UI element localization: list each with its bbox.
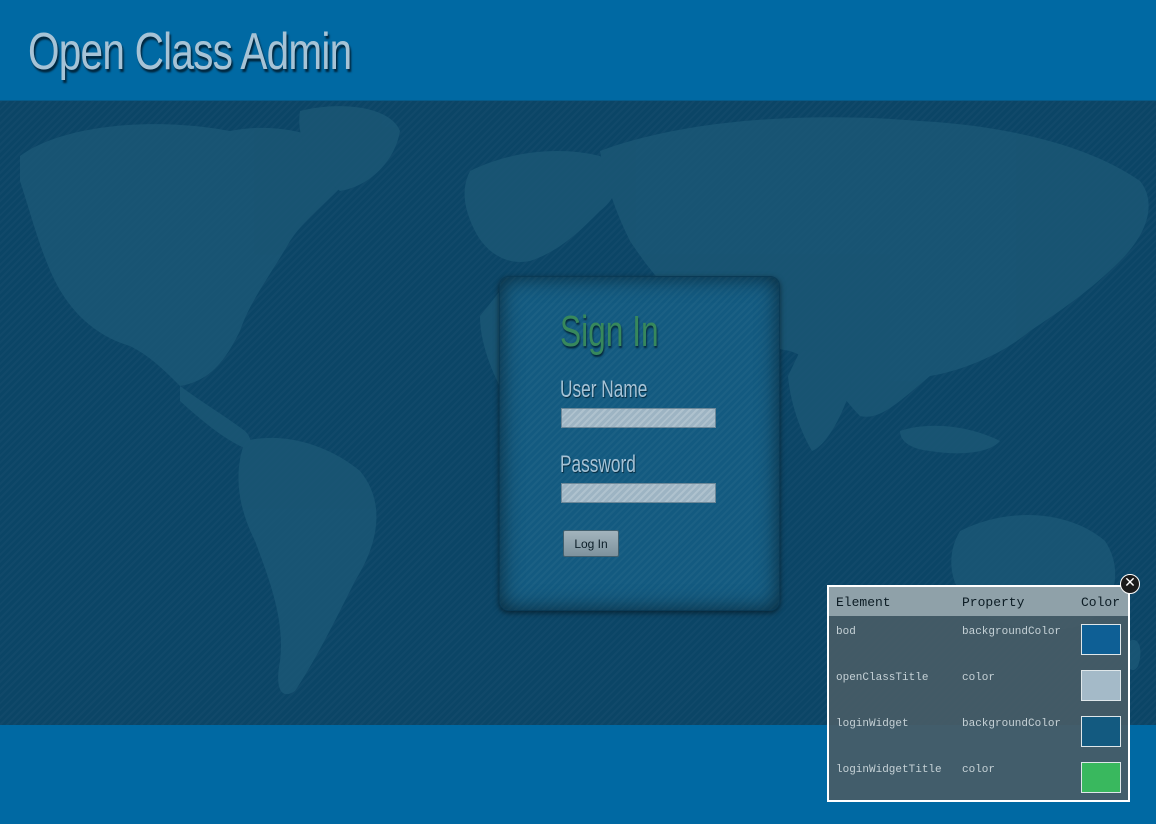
color-swatch[interactable] [1081, 670, 1121, 701]
row-property-name: color [962, 672, 996, 684]
row-element-name: openClassTitle [836, 672, 929, 684]
column-header-color: Color [1081, 595, 1121, 610]
header-bar: Open Class Admin [0, 0, 1156, 100]
row-element-name: loginWidgetTitle [836, 764, 942, 776]
color-swatch[interactable] [1081, 624, 1121, 655]
color-swatch[interactable] [1081, 716, 1121, 747]
username-label: User Name [560, 376, 648, 403]
login-button[interactable]: Log In [563, 530, 619, 557]
password-label: Password [560, 451, 636, 478]
row-property-name: backgroundColor [962, 718, 1062, 730]
column-header-element: Element [836, 595, 891, 610]
login-widget: Sign In User Name Password Log In [499, 276, 780, 611]
row-element-name: bod [836, 626, 856, 638]
row-element-name: loginWidget [836, 718, 909, 730]
password-input[interactable] [561, 483, 716, 503]
color-swatch[interactable] [1081, 762, 1121, 793]
row-property-name: backgroundColor [962, 626, 1062, 638]
username-input[interactable] [561, 408, 716, 428]
close-icon[interactable]: ✕ [1120, 574, 1140, 594]
column-header-property: Property [962, 595, 1025, 610]
row-property-name: color [962, 764, 996, 776]
panel-header: Element Property Color [829, 587, 1128, 616]
color-settings-panel: Element Property Color bod backgroundCol… [827, 585, 1130, 802]
app-title: Open Class Admin [28, 23, 352, 81]
login-title: Sign In [560, 307, 659, 356]
